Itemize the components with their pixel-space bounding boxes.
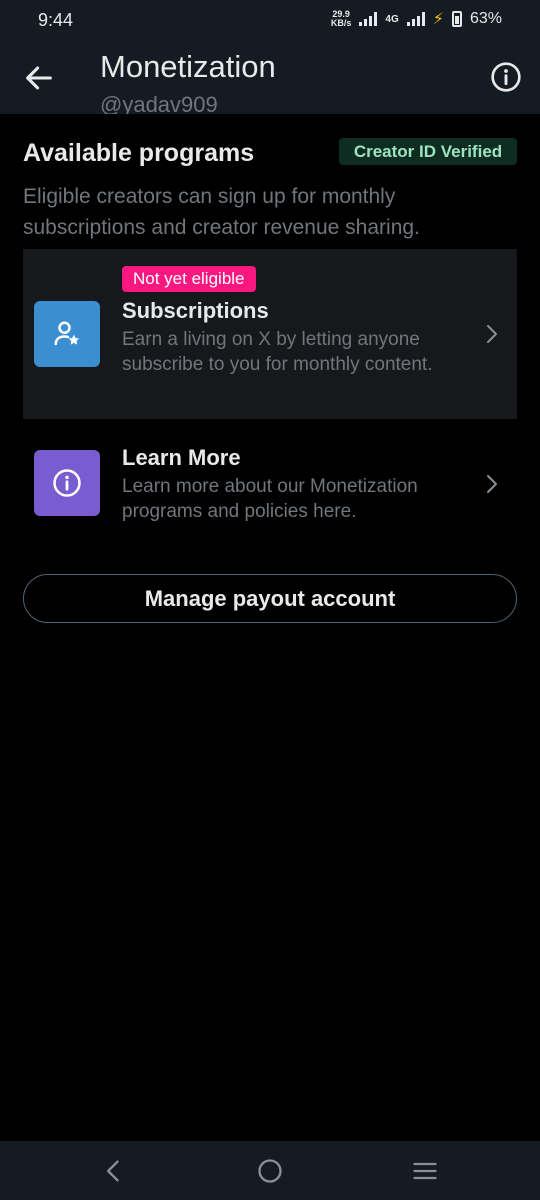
back-arrow-icon[interactable] [22, 61, 56, 95]
nav-home-icon[interactable] [256, 1157, 284, 1185]
status-icons: 29.9 KB/s 4G ⚡ 63% [331, 9, 502, 29]
info-icon[interactable] [490, 61, 522, 93]
status-time: 9:44 [38, 10, 74, 30]
program-title: Learn More [122, 445, 241, 470]
top-app-bar: Monetization @yadav909 [0, 40, 540, 114]
chevron-right-icon [487, 325, 497, 343]
not-eligible-badge: Not yet eligible [122, 266, 256, 292]
charging-icon: ⚡ [432, 11, 444, 28]
system-navigation-bar [0, 1141, 540, 1200]
account-handle: @yadav909 [100, 92, 218, 114]
network-type: 4G [385, 13, 399, 25]
program-row-learn-more[interactable]: Learn More Learn more about our Monetiza… [23, 430, 517, 540]
manage-payout-account-button[interactable]: Manage payout account [23, 574, 517, 623]
page-title: Monetization [100, 49, 276, 84]
section-description: Eligible creators can sign up for monthl… [23, 185, 420, 239]
program-row-subscriptions[interactable]: Not yet eligible Subscriptions Earn a li… [23, 249, 517, 419]
chevron-right-icon [487, 475, 497, 493]
battery-level: 63% [469, 10, 502, 27]
battery-icon [451, 11, 462, 27]
nav-menu-icon[interactable] [411, 1157, 439, 1185]
nav-back-icon[interactable] [100, 1157, 128, 1185]
subscriptions-icon [34, 301, 100, 367]
program-description: Learn more about our Monetization progra… [122, 476, 418, 522]
signal-icon [359, 12, 378, 26]
network-speed: 29.9 KB/s [330, 9, 352, 28]
status-bar: 9:44 29.9 KB/s 4G ⚡ 63% [0, 0, 540, 40]
program-title: Subscriptions [122, 298, 269, 323]
signal-icon-2 [406, 12, 425, 26]
creator-verified-badge: Creator ID Verified [339, 138, 517, 165]
program-description: Earn a living on X by letting anyone sub… [122, 329, 433, 375]
info-icon [34, 450, 100, 516]
section-title: Available programs [23, 139, 255, 167]
